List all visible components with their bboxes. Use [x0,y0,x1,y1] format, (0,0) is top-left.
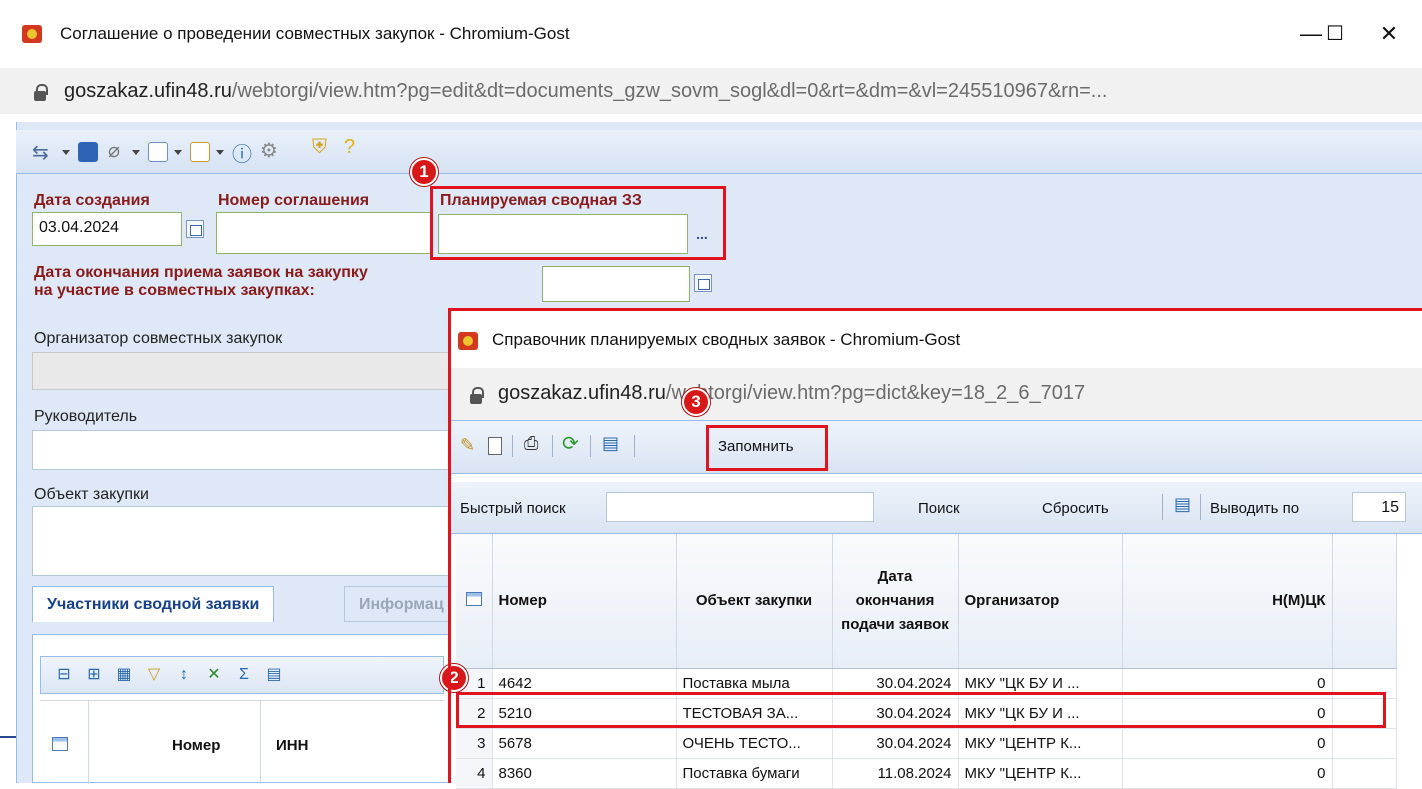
window-title: Соглашение о проведении совместных закуп… [60,24,570,43]
actions-icon[interactable]: ⇆ [32,140,49,165]
step-badge-1: 1 [410,158,438,186]
calendar-icon[interactable] [694,274,712,292]
url-host: goszakaz.ufin48.ru [64,80,232,102]
organizer-input[interactable] [32,352,452,390]
participants-grid-header: Номер ИНН [40,700,444,784]
chevron-down-icon[interactable] [132,150,140,155]
maximize-button[interactable]: ☐ [1312,16,1358,52]
date-created-label: Дата создания [34,192,150,209]
organizer-label: Организатор совместных закупок [34,330,283,347]
date-created-input[interactable]: 03.04.2024 [32,212,182,246]
manager-input[interactable] [32,430,452,470]
close-button[interactable]: ✕ [1366,16,1412,52]
deadline-label-line1: Дата окончания приема заявок на закупку [34,264,368,281]
manager-label: Руководитель [34,408,138,425]
link-icon[interactable]: ⚙ [260,138,278,163]
browser-app-icon [22,25,42,43]
print-form-icon[interactable] [190,142,210,162]
sort-icon[interactable]: ↕ [175,666,193,684]
dictionary-dialog: Справочник планируемых сводных заявок - … [440,308,1422,789]
deadline-label-line2: на участие в совместных закупках: [34,282,315,299]
column-header-inn[interactable]: ИНН [276,737,308,754]
title-bar: Соглашение о проведении совместных закуп… [0,0,1422,68]
calendar-icon[interactable] [186,220,204,238]
lock-icon [34,84,48,101]
insert-row-icon[interactable]: ⊞ [85,666,103,684]
deadline-input[interactable] [542,266,690,302]
agreement-number-label: Номер соглашения [218,192,370,209]
save-icon[interactable] [78,142,98,162]
info-icon[interactable]: ⓘ [232,138,252,167]
help-icon[interactable]: ? [344,136,355,159]
tab-participants[interactable]: Участники сводной заявки [32,586,275,622]
import-icon[interactable]: ▦ [115,666,133,684]
chevron-down-icon[interactable] [62,150,70,155]
chevron-down-icon[interactable] [174,150,182,155]
form-toolbar: ⇆ ⌀ ⓘ ⚙ ⛨ ? [16,130,1422,174]
object-label: Объект закупки [34,486,149,503]
column-header-number[interactable]: Номер [172,737,220,754]
attach-icon[interactable]: ⌀ [108,138,120,163]
object-input[interactable] [32,506,452,576]
participants-toolbar: ⊟ ⊞ ▦ ▽ ↕ ✕ Σ ▤ [40,656,444,694]
filter-icon[interactable]: ▽ [145,666,163,684]
address-bar[interactable]: goszakaz.ufin48.ru/webtorgi/view.htm?pg=… [0,68,1422,114]
shield-icon[interactable]: ⛨ [312,136,327,159]
chevron-down-icon[interactable] [216,150,224,155]
highlight-dialog-frame [448,308,1422,783]
sum-icon[interactable]: Σ [235,666,253,684]
document-icon[interactable] [148,142,168,162]
divider [0,736,16,738]
highlight-box-1 [430,186,726,260]
tab-information[interactable]: Информац [344,586,454,622]
grid-settings-icon[interactable] [52,737,68,751]
add-row-icon[interactable]: ⊟ [55,666,73,684]
columns-icon[interactable]: ▤ [265,666,283,684]
excel-icon[interactable]: ✕ [205,666,223,684]
agreement-number-input[interactable] [216,212,432,254]
url-path: /webtorgi/view.htm?pg=edit&dt=documents_… [231,80,1108,102]
url-text[interactable]: goszakaz.ufin48.ru/webtorgi/view.htm?pg=… [64,80,1107,103]
